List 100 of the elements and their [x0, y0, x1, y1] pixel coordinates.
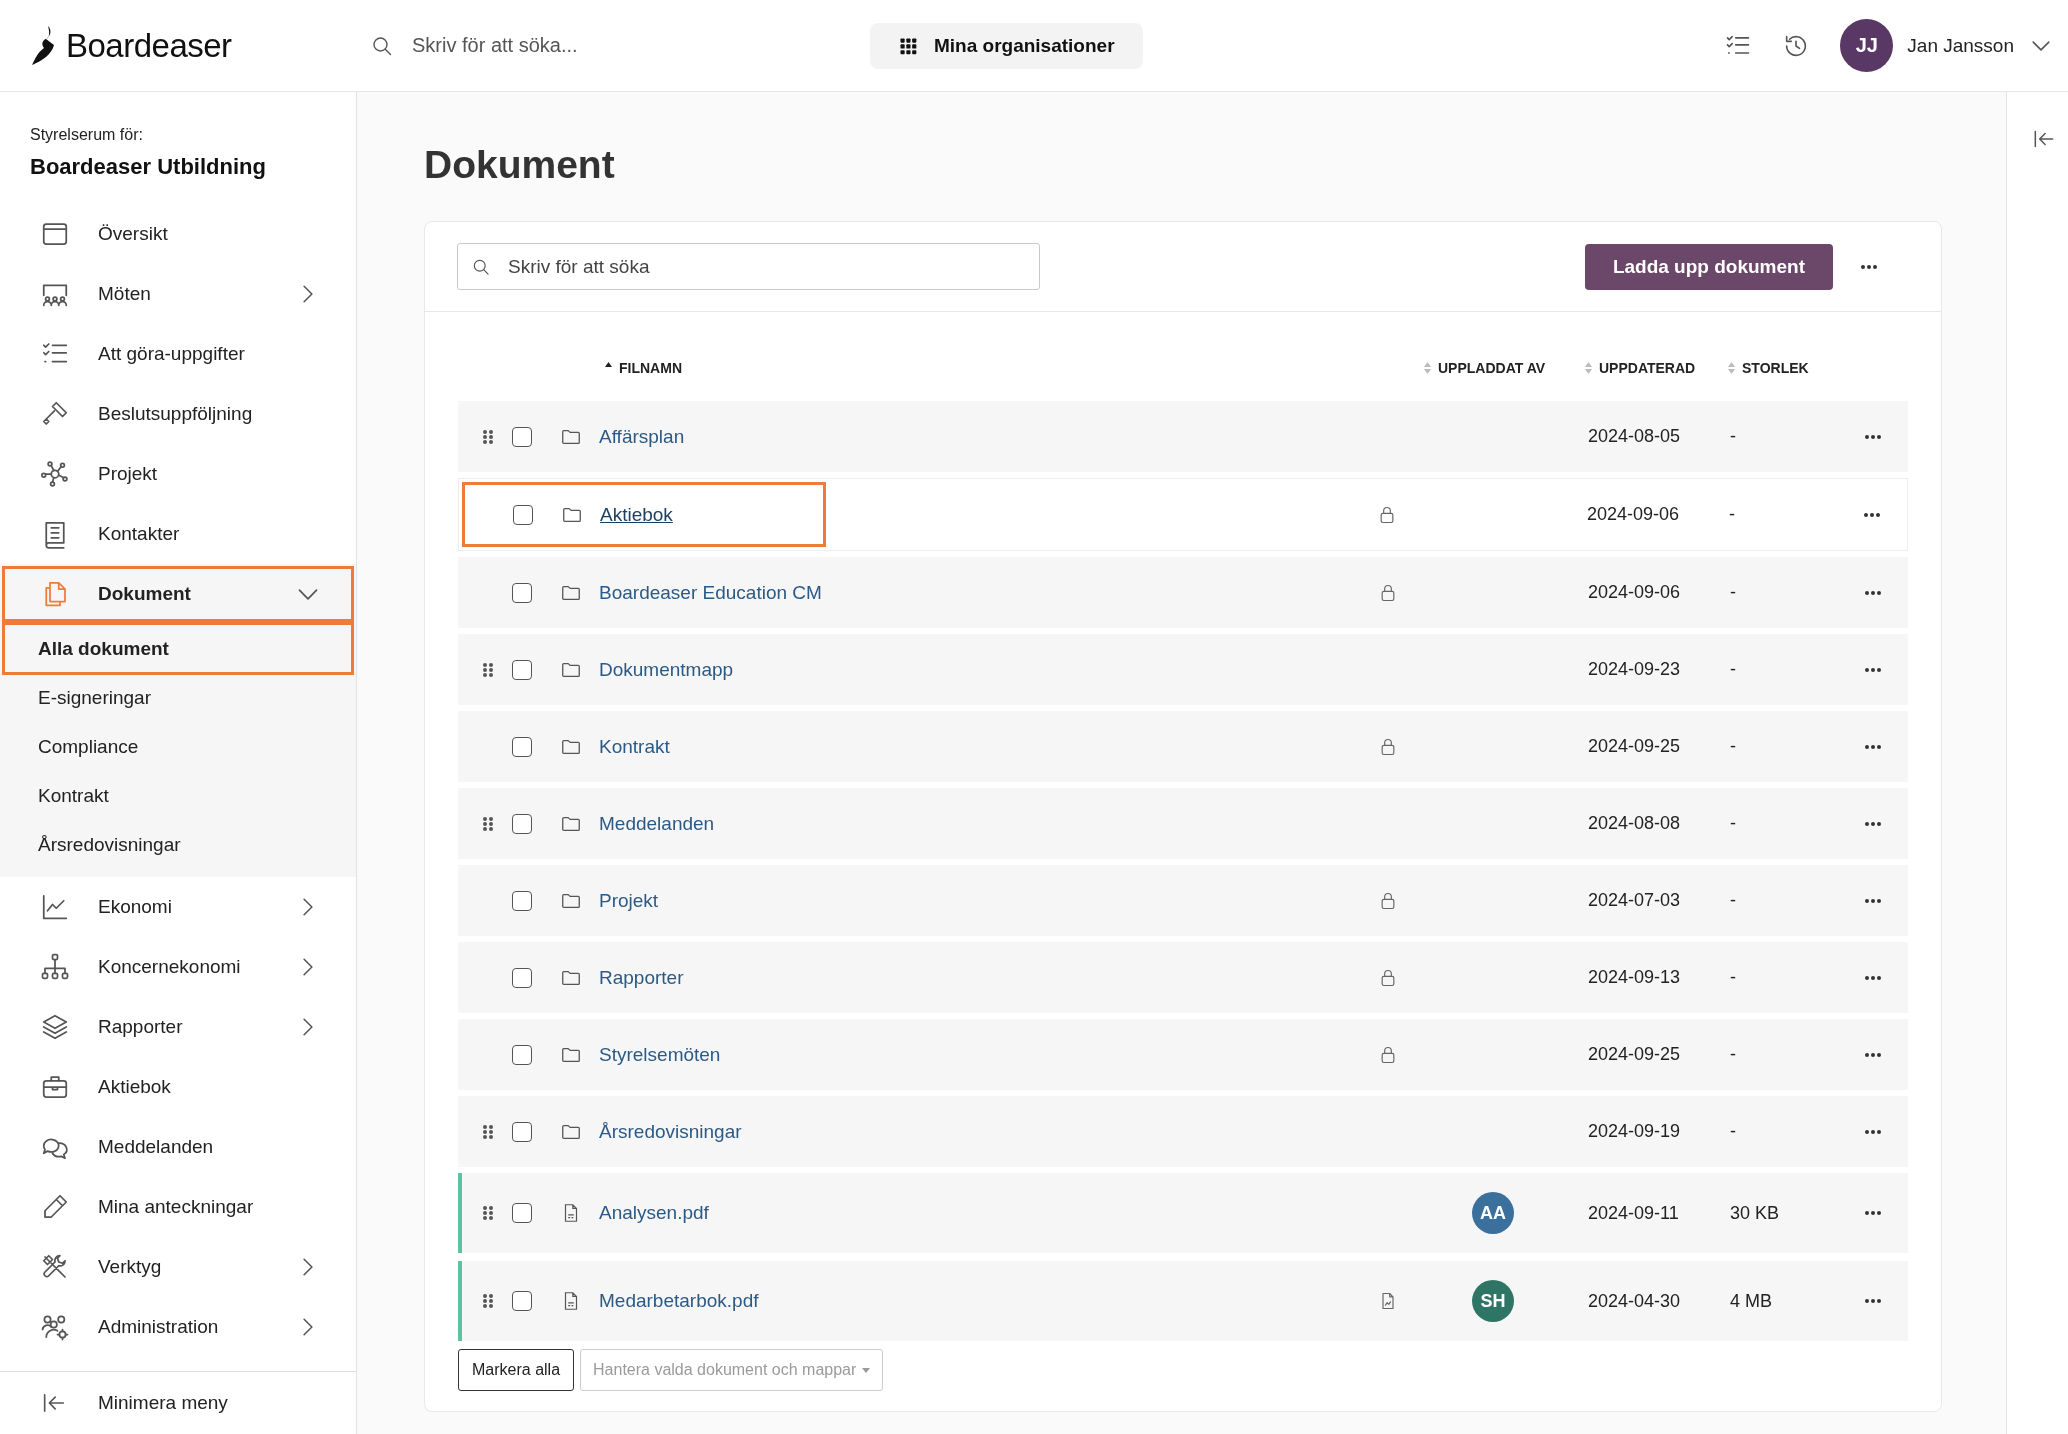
folder-link[interactable]: Aktiebok: [600, 503, 673, 526]
size-text: -: [1729, 504, 1735, 524]
caret-icon: [862, 1367, 871, 1373]
size-text: -: [1730, 890, 1736, 910]
folder-link[interactable]: Projekt: [599, 889, 659, 912]
size-text: -: [1730, 967, 1736, 987]
checkbox[interactable]: [512, 1044, 532, 1065]
date-text: 2024-09-13: [1588, 967, 1681, 987]
column-header[interactable]: UPPDATERAD: [1599, 360, 1696, 376]
organization-name: Boardeaser Utbildning: [30, 154, 267, 180]
checkbox[interactable]: [513, 504, 533, 525]
drag-handle-icon[interactable]: [482, 815, 494, 832]
select-all-button[interactable]: Markera alla: [458, 1349, 575, 1391]
sidebar-item[interactable]: Översikt: [0, 204, 356, 264]
user-avatar: AA: [1472, 1192, 1514, 1234]
date-text: 2024-09-25: [1588, 1044, 1681, 1064]
size-text: -: [1730, 582, 1736, 602]
sidebar-subitem[interactable]: Årsredovisningar: [0, 820, 356, 869]
sidebar-item[interactable]: Meddelanden: [0, 1117, 356, 1177]
folder-link[interactable]: Dokumentmapp: [599, 658, 734, 681]
sidebar-item[interactable]: Rapporter: [0, 997, 356, 1057]
sidebar-item[interactable]: Att göra-uppgifter: [0, 324, 356, 384]
date-text: 2024-07-03: [1588, 890, 1681, 910]
sidebar-subitem[interactable]: E-signeringar: [0, 673, 356, 722]
user-name[interactable]: Jan Jansson: [1907, 34, 2014, 57]
size-text: 30 KB: [1730, 1202, 1780, 1223]
checkbox[interactable]: [512, 426, 532, 447]
folder-link[interactable]: Meddelanden: [599, 812, 715, 835]
page-title: Dokument: [424, 142, 616, 188]
folder-link[interactable]: Kontrakt: [599, 735, 670, 758]
upload-button[interactable]: Ladda upp dokument: [1584, 243, 1833, 290]
size-text: -: [1730, 659, 1736, 679]
checkbox[interactable]: [512, 967, 532, 988]
date-text: 2024-09-06: [1587, 504, 1680, 524]
date-text: 2024-09-19: [1588, 1121, 1681, 1141]
more-icon: [1858, 263, 1880, 270]
drag-handle-icon[interactable]: [482, 1293, 494, 1309]
chevron-down-icon[interactable]: [2032, 40, 2050, 51]
file-link[interactable]: Medarbetarbok.pdf: [599, 1290, 759, 1312]
sidebar-item[interactable]: Beslutsuppföljning: [0, 384, 356, 444]
sidebar-item[interactable]: Mina anteckningar: [0, 1177, 356, 1237]
checkbox[interactable]: [512, 813, 532, 834]
folder-link[interactable]: Årsredovisningar: [599, 1120, 742, 1143]
sidebar-item[interactable]: Koncernekonomi: [0, 937, 356, 997]
size-text: 4 MB: [1730, 1290, 1772, 1311]
organizations-button[interactable]: Mina organisationer: [870, 22, 1143, 69]
date-text: 2024-09-11: [1588, 1202, 1679, 1223]
checkbox[interactable]: [512, 1291, 532, 1311]
folder-link[interactable]: Styrelsemöten: [599, 1043, 721, 1066]
search-field[interactable]: Skriv för att söka...: [410, 33, 834, 58]
drag-handle-icon[interactable]: [482, 1123, 494, 1140]
search-icon: [471, 257, 491, 277]
sidebar-item[interactable]: Ekonomi: [0, 877, 356, 937]
date-text: 2024-09-06: [1588, 582, 1681, 602]
sidebar-item[interactable]: Verktyg: [0, 1237, 356, 1297]
checkbox[interactable]: [512, 890, 532, 911]
sidebar-item[interactable]: Administration: [0, 1297, 356, 1357]
sidebar-item[interactable]: Aktiebok: [0, 1057, 356, 1117]
checkbox[interactable]: [512, 582, 532, 603]
search-field[interactable]: Skriv för att söka: [457, 243, 1040, 290]
sidebar-subitem[interactable]: Kontrakt: [0, 771, 356, 820]
sidebar-item[interactable]: Dokument: [0, 564, 356, 624]
sidebar-subitem[interactable]: Alla dokument: [4, 624, 352, 673]
checkbox[interactable]: [512, 1121, 532, 1142]
date-text: 2024-09-25: [1588, 736, 1681, 756]
size-text: -: [1730, 736, 1736, 756]
user-avatar: SH: [1472, 1280, 1514, 1322]
date-text: 2024-09-23: [1588, 659, 1681, 679]
network-icon: [40, 459, 70, 489]
file-link[interactable]: Analysen.pdf: [599, 1202, 709, 1224]
column-header[interactable]: UPPLADDAT AV: [1438, 360, 1546, 376]
user-avatar[interactable]: JJ: [1840, 19, 1894, 72]
line-chart-icon: [40, 892, 70, 922]
size-text: -: [1730, 1121, 1736, 1141]
date-text: 2024-08-05: [1588, 426, 1681, 446]
date-text: 2024-08-08: [1588, 813, 1681, 833]
folder-link[interactable]: Rapporter: [599, 966, 684, 989]
drag-handle-icon[interactable]: [482, 428, 494, 445]
sidebar-subitem[interactable]: Compliance: [0, 722, 356, 771]
hierarchy-icon: [40, 952, 70, 982]
column-header[interactable]: FILNAMN: [619, 360, 682, 376]
checkbox[interactable]: [512, 736, 532, 757]
sidebar-item[interactable]: Möten: [0, 264, 356, 324]
date-text: 2024-04-30: [1588, 1290, 1681, 1311]
sidebar-item[interactable]: Kontakter: [0, 504, 356, 564]
folder-link[interactable]: Affärsplan: [599, 425, 685, 448]
column-header[interactable]: STORLEK: [1742, 360, 1809, 376]
drag-handle-icon[interactable]: [482, 1205, 494, 1221]
checkbox[interactable]: [512, 659, 532, 680]
size-text: -: [1730, 426, 1736, 446]
size-text: -: [1730, 1044, 1736, 1064]
checkbox[interactable]: [512, 1203, 532, 1223]
size-text: -: [1730, 813, 1736, 833]
sidebar-item[interactable]: Projekt: [0, 444, 356, 504]
layers-icon: [40, 1012, 70, 1042]
minimize-menu-button[interactable]: Minimera meny: [0, 1371, 356, 1434]
drag-handle-icon[interactable]: [482, 661, 494, 678]
logo-text: Boardeaser: [66, 26, 232, 65]
sidebar-caption: Styrelserum för:: [30, 126, 144, 144]
folder-link[interactable]: Boardeaser Education CM: [599, 581, 822, 604]
